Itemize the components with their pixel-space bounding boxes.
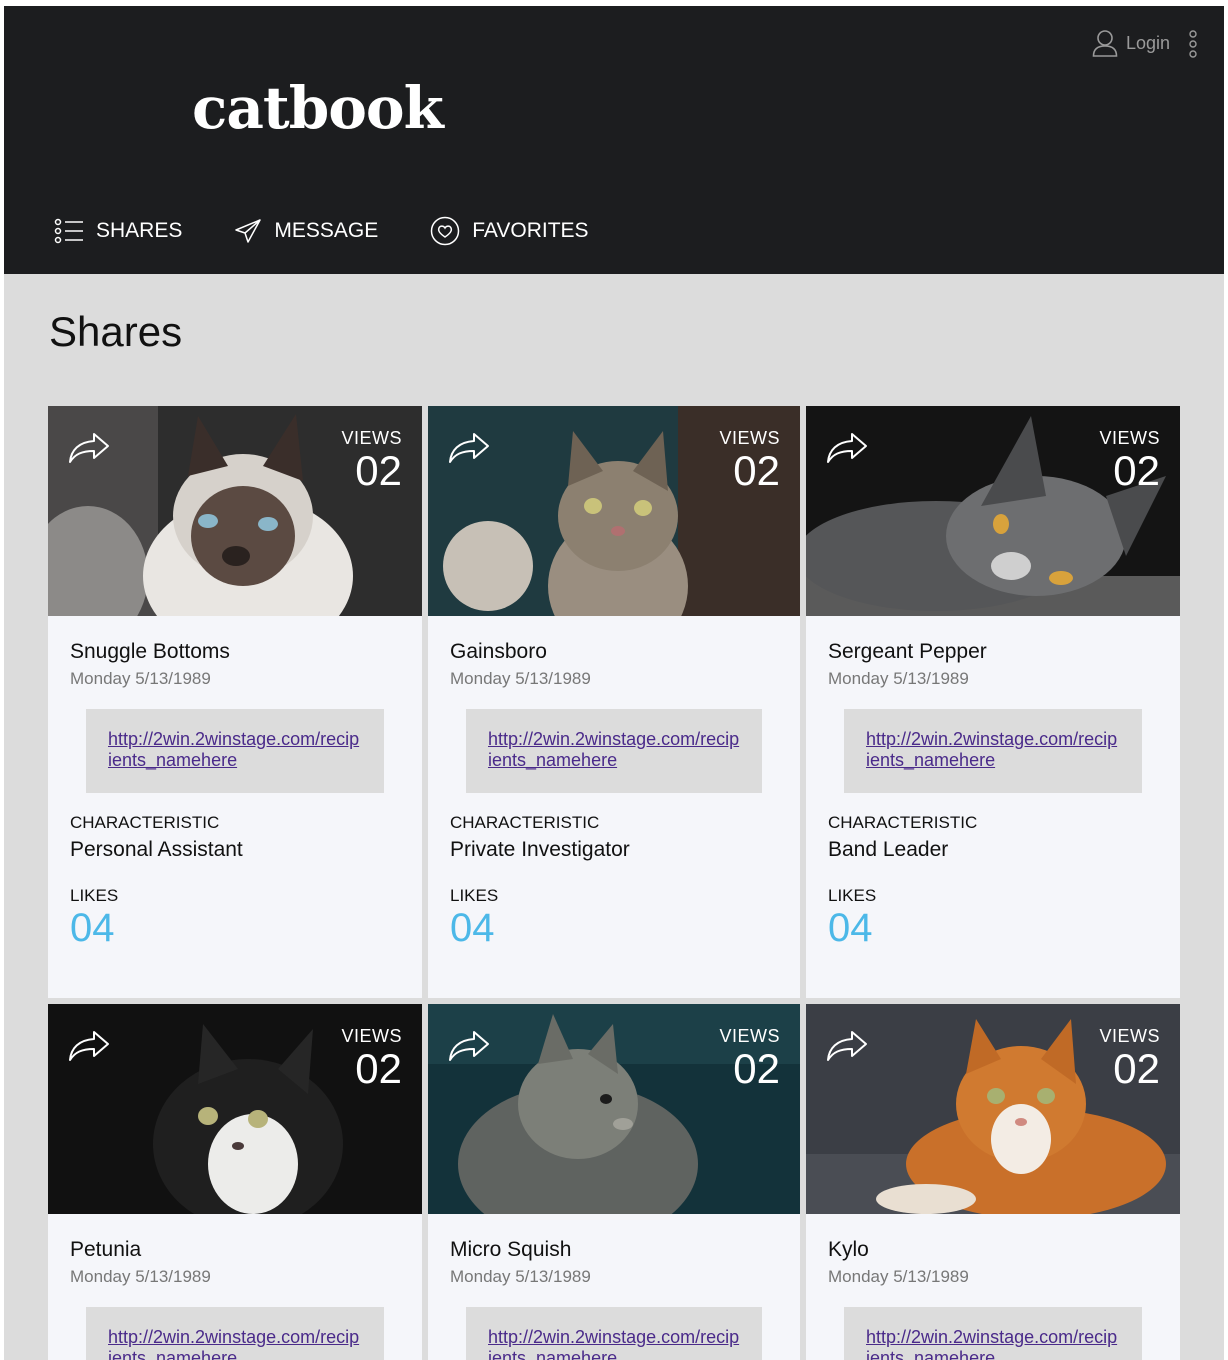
cat-name: Gainsboro (450, 640, 547, 663)
nav-label: SHARES (96, 219, 183, 242)
link-box: http://2win.2winstage.com/recipients_nam… (844, 1307, 1142, 1360)
share-link[interactable]: http://2win.2winstage.com/recipients_nam… (108, 729, 359, 770)
likes-count: 04 (70, 906, 115, 950)
views-label: VIEWS (719, 1026, 780, 1046)
nav-label: MESSAGE (274, 219, 379, 242)
share-card: VIEWS 02 Sergeant Pepper Monday 5/13/198… (806, 406, 1180, 998)
main-nav: SHARES MESSAGE FAVORITES (54, 216, 589, 246)
views-count: 02 (1113, 447, 1160, 494)
cat-name: Kylo (828, 1238, 869, 1261)
views-count: 02 (355, 447, 402, 494)
likes-label: LIKES (450, 886, 499, 905)
share-card: VIEWS 02 Micro Squish Monday 5/13/1989 h… (428, 1004, 800, 1360)
characteristic-label: CHARACTERISTIC (450, 813, 600, 832)
cat-photo: VIEWS 02 (806, 406, 1180, 616)
cat-photo: VIEWS 02 (428, 1004, 800, 1214)
share-date: Monday 5/13/1989 (828, 669, 969, 688)
views-counter: VIEWS 02 (341, 428, 402, 493)
likes-count: 04 (828, 906, 873, 950)
share-link[interactable]: http://2win.2winstage.com/recipients_nam… (488, 729, 739, 770)
cat-name: Sergeant Pepper (828, 640, 987, 663)
views-count: 02 (733, 447, 780, 494)
share-card: VIEWS 02 Snuggle Bottoms Monday 5/13/198… (48, 406, 422, 998)
characteristic-label: CHARACTERISTIC (70, 813, 220, 832)
share-date: Monday 5/13/1989 (450, 1267, 591, 1286)
share-card: VIEWS 02 Gainsboro Monday 5/13/1989 http… (428, 406, 800, 998)
cat-photo: VIEWS 02 (48, 1004, 422, 1214)
nav-item-favorites[interactable]: FAVORITES (430, 216, 589, 246)
login-button[interactable]: Login (1092, 29, 1170, 57)
app-frame: catbook Login SHARES MESSAGE FAVORITES S… (4, 6, 1224, 1360)
views-label: VIEWS (1099, 428, 1160, 448)
likes-label: LIKES (828, 886, 877, 905)
cat-name: Snuggle Bottoms (70, 640, 230, 663)
share-card: VIEWS 02 Kylo Monday 5/13/1989 http://2w… (806, 1004, 1180, 1360)
views-count: 02 (355, 1045, 402, 1092)
share-icon[interactable] (68, 1030, 110, 1067)
share-icon[interactable] (448, 432, 490, 469)
share-date: Monday 5/13/1989 (70, 1267, 211, 1286)
views-count: 02 (1113, 1045, 1160, 1092)
cat-photo: VIEWS 02 (48, 406, 422, 616)
nav-item-shares[interactable]: SHARES (54, 216, 182, 246)
cat-photo: VIEWS 02 (428, 406, 800, 616)
views-counter: VIEWS 02 (719, 1026, 780, 1091)
likes-count: 04 (450, 906, 495, 950)
app-logo[interactable]: catbook (192, 74, 444, 142)
views-label: VIEWS (719, 428, 780, 448)
share-card: VIEWS 02 Petunia Monday 5/13/1989 http:/… (48, 1004, 422, 1360)
share-icon[interactable] (826, 1030, 868, 1067)
share-link[interactable]: http://2win.2winstage.com/recipients_nam… (866, 1327, 1117, 1360)
views-count: 02 (733, 1045, 780, 1092)
nav-label: FAVORITES (472, 219, 589, 242)
share-icon[interactable] (68, 432, 110, 469)
link-box: http://2win.2winstage.com/recipients_nam… (466, 709, 762, 793)
views-counter: VIEWS 02 (341, 1026, 402, 1091)
login-label: Login (1125, 32, 1170, 53)
characteristic-value: Band Leader (828, 838, 949, 861)
views-label: VIEWS (341, 1026, 402, 1046)
cat-photo: VIEWS 02 (806, 1004, 1180, 1214)
views-label: VIEWS (1099, 1026, 1160, 1046)
characteristic-value: Personal Assistant (70, 838, 243, 861)
top-header: catbook Login SHARES MESSAGE FAVORITES (4, 6, 1224, 274)
share-link[interactable]: http://2win.2winstage.com/recipients_nam… (108, 1327, 359, 1360)
views-label: VIEWS (341, 428, 402, 448)
characteristic-value: Private Investigator (450, 838, 630, 861)
views-counter: VIEWS 02 (1099, 428, 1160, 493)
paper-plane-icon (234, 218, 262, 244)
share-link[interactable]: http://2win.2winstage.com/recipients_nam… (866, 729, 1117, 770)
likes-label: LIKES (70, 886, 119, 905)
share-icon[interactable] (826, 432, 868, 469)
share-date: Monday 5/13/1989 (828, 1267, 969, 1286)
nav-item-message[interactable]: MESSAGE (234, 216, 378, 246)
share-date: Monday 5/13/1989 (70, 669, 211, 688)
page-title: Shares (49, 308, 183, 355)
views-counter: VIEWS 02 (1099, 1026, 1160, 1091)
characteristic-label: CHARACTERISTIC (828, 813, 978, 832)
shares-grid: VIEWS 02 Snuggle Bottoms Monday 5/13/198… (48, 406, 1180, 1360)
list-icon (54, 218, 84, 244)
share-date: Monday 5/13/1989 (450, 669, 591, 688)
cat-name: Micro Squish (450, 1238, 572, 1261)
heart-circle-icon (430, 216, 460, 246)
link-box: http://2win.2winstage.com/recipients_nam… (86, 1307, 384, 1360)
user-icon (1092, 29, 1118, 57)
share-link[interactable]: http://2win.2winstage.com/recipients_nam… (488, 1327, 739, 1360)
share-icon[interactable] (448, 1030, 490, 1067)
more-menu-icon[interactable] (1188, 30, 1198, 58)
link-box: http://2win.2winstage.com/recipients_nam… (86, 709, 384, 793)
views-counter: VIEWS 02 (719, 428, 780, 493)
link-box: http://2win.2winstage.com/recipients_nam… (466, 1307, 762, 1360)
cat-name: Petunia (70, 1238, 142, 1261)
link-box: http://2win.2winstage.com/recipients_nam… (844, 709, 1142, 793)
